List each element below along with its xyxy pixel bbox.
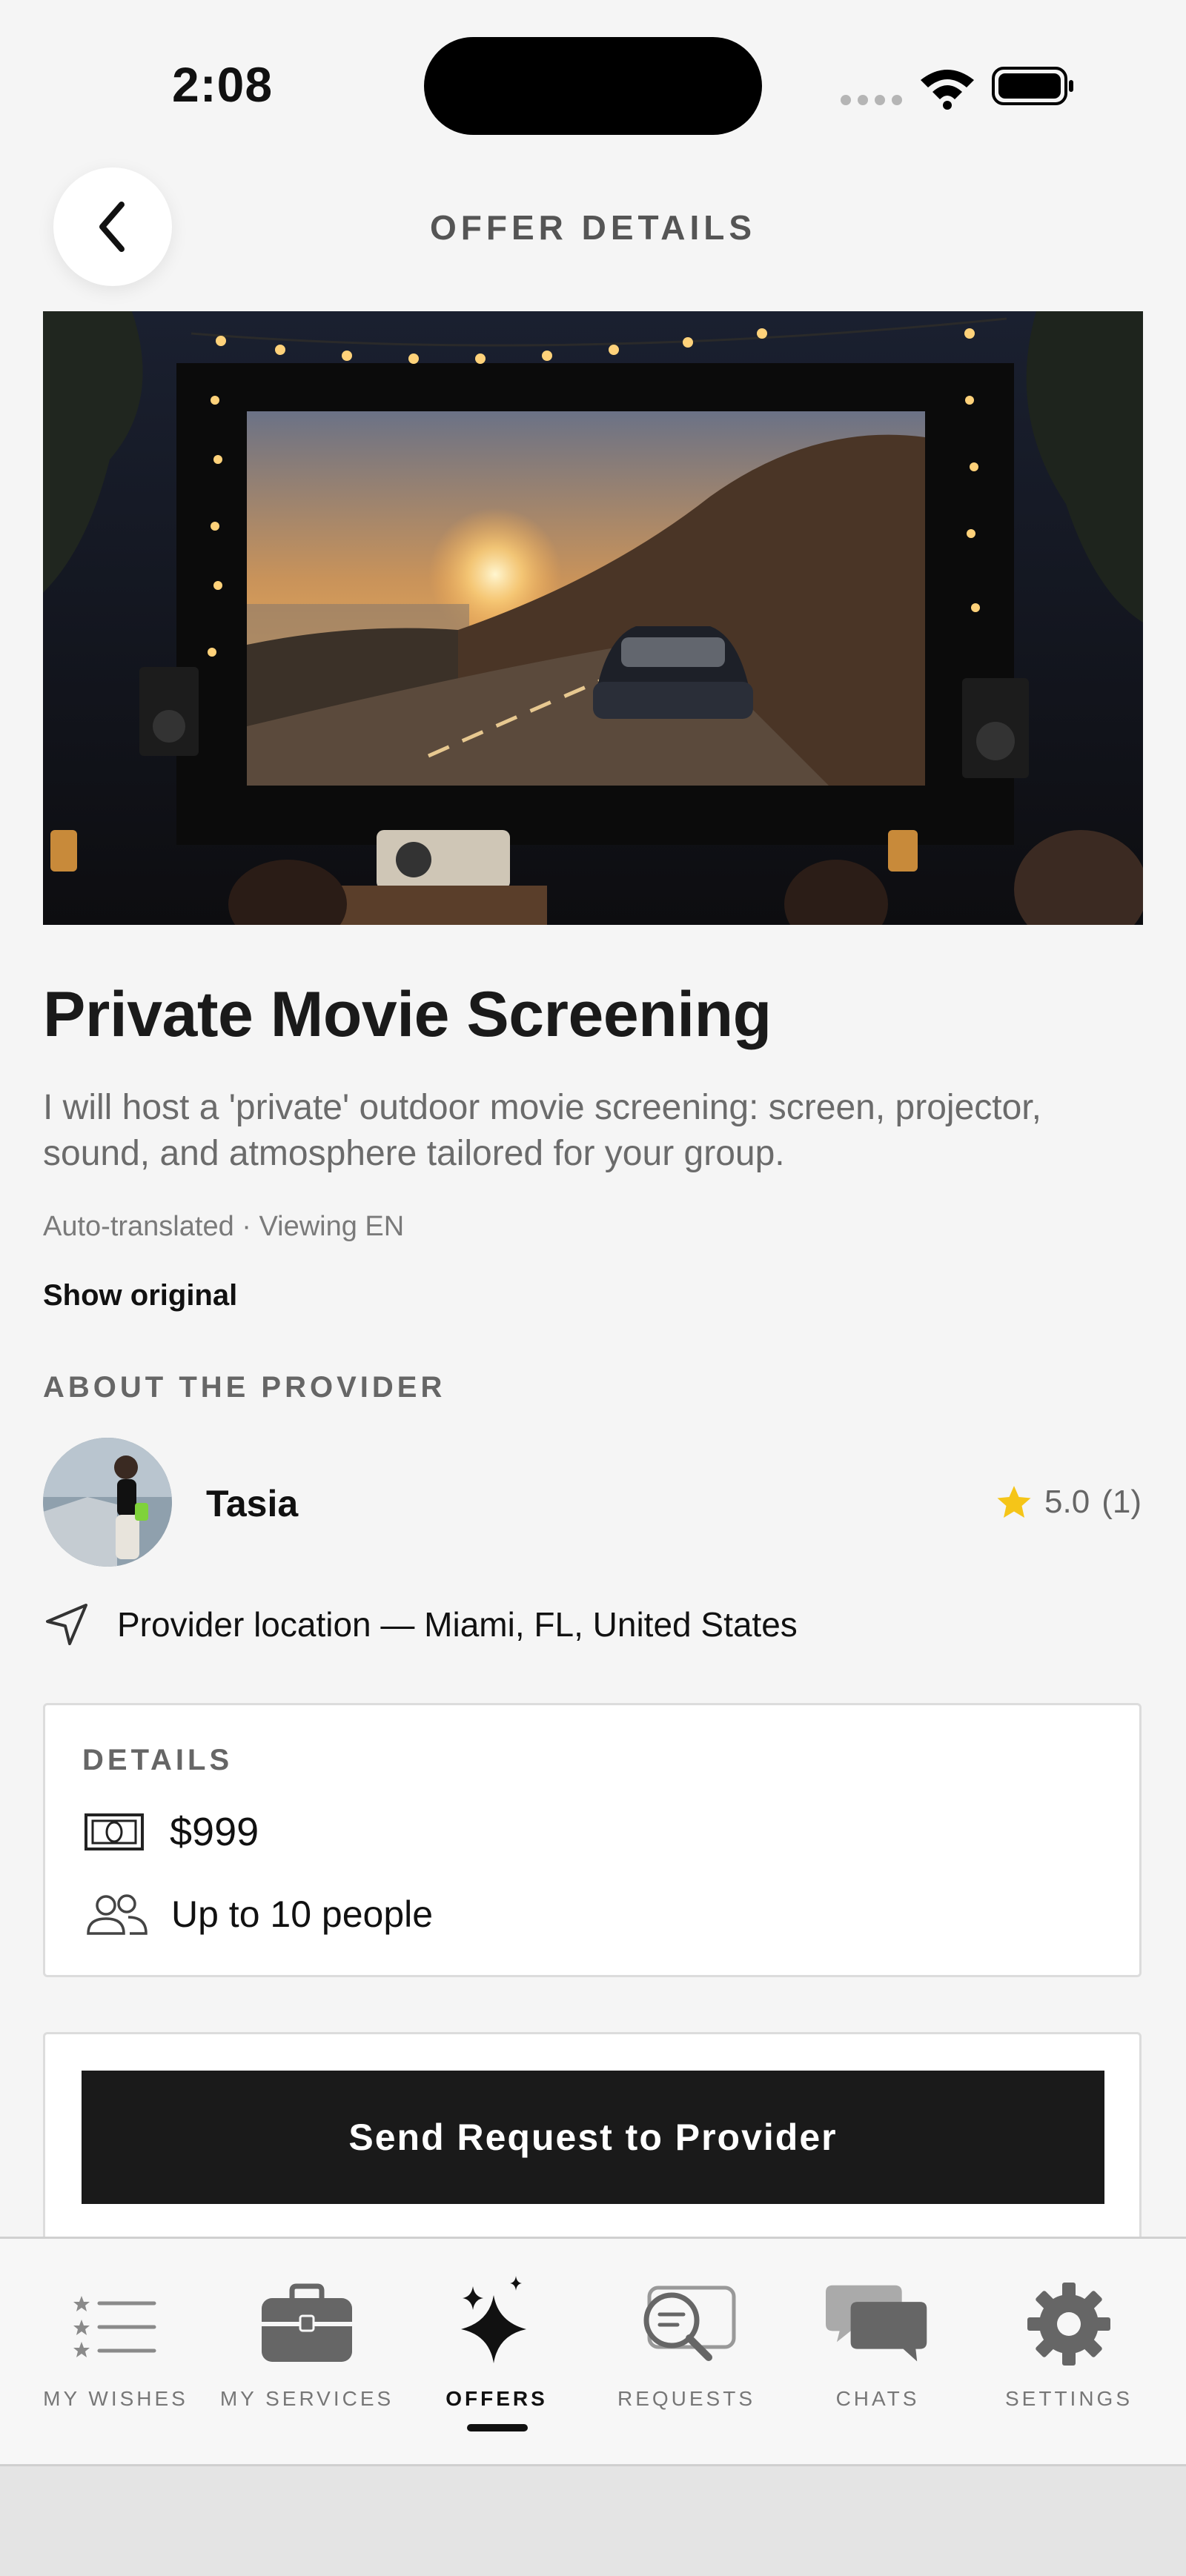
tab-label: SETTINGS [1004,2387,1133,2410]
capacity-value: Up to 10 people [171,1893,434,1935]
wifi-icon [921,70,974,110]
battery-icon [992,67,1073,105]
tab-settings[interactable]: SETTINGS [974,2276,1164,2424]
star-icon [997,1486,1031,1518]
provider-location: Provider location — Miami, FL, United St… [43,1601,798,1648]
tab-requests[interactable]: REQUESTS [592,2276,781,2424]
location-text: Provider location — Miami, FL, United St… [117,1605,798,1644]
bottom-tab-bar: MY WISHES MY SERVICES OFFERS REQUESTS CH… [0,2237,1186,2466]
rating-value: 5.0 [1044,1484,1090,1520]
translation-note: Auto-translated · Viewing EN [43,1211,405,1242]
page-title: OFFER DETAILS [429,208,757,247]
tab-label: MY WISHES [43,2387,188,2410]
rating-count: (1) [1101,1484,1142,1520]
details-card: DETAILS $999 Up to 10 people [43,1703,1142,1977]
briefcase-icon [262,2283,352,2362]
tab-label: CHATS [835,2387,920,2410]
offer-title: Private Movie Screening [43,979,772,1050]
dynamic-island [424,37,762,135]
send-request-button[interactable]: Send Request to Provider [82,2071,1104,2204]
status-time: 2:08 [172,57,274,112]
price-value: $999 [170,1810,259,1854]
tab-my-wishes[interactable]: MY WISHES [21,2276,211,2424]
tab-my-services[interactable]: MY SERVICES [212,2276,402,2424]
gear-icon [1027,2283,1110,2366]
show-original-link[interactable]: Show original [43,1279,237,1312]
provider-avatar[interactable] [43,1438,172,1567]
capacity-row: Up to 10 people [84,1892,433,1936]
offer-description: I will host a 'private' outdoor movie sc… [43,1088,1041,1173]
tab-chats[interactable]: CHATS [783,2276,973,2424]
chat-bubbles-icon [826,2285,927,2362]
list-stars-icon [73,2296,156,2357]
tab-label: REQUESTS [617,2387,756,2410]
price-row: $999 [84,1809,259,1855]
location-arrow-icon [46,1604,87,1645]
provider-rating: 5.0 (1) [995,1484,1142,1521]
people-icon [87,1894,148,1935]
cellular-signal-icon [841,95,903,105]
tab-label: OFFERS [445,2387,548,2410]
tab-offers[interactable]: OFFERS [402,2276,592,2424]
search-request-icon [643,2285,736,2361]
money-icon [85,1813,144,1850]
tab-label: MY SERVICES [219,2387,394,2410]
about-provider-heading: ABOUT THE PROVIDER [43,1371,446,1404]
details-heading: DETAILS [82,1744,233,1776]
home-indicator-area [0,2466,1186,2576]
offer-hero-image [43,311,1143,925]
active-tab-indicator [467,2424,528,2431]
provider-name[interactable]: Tasia [206,1482,298,1525]
sparkles-icon [461,2276,526,2363]
